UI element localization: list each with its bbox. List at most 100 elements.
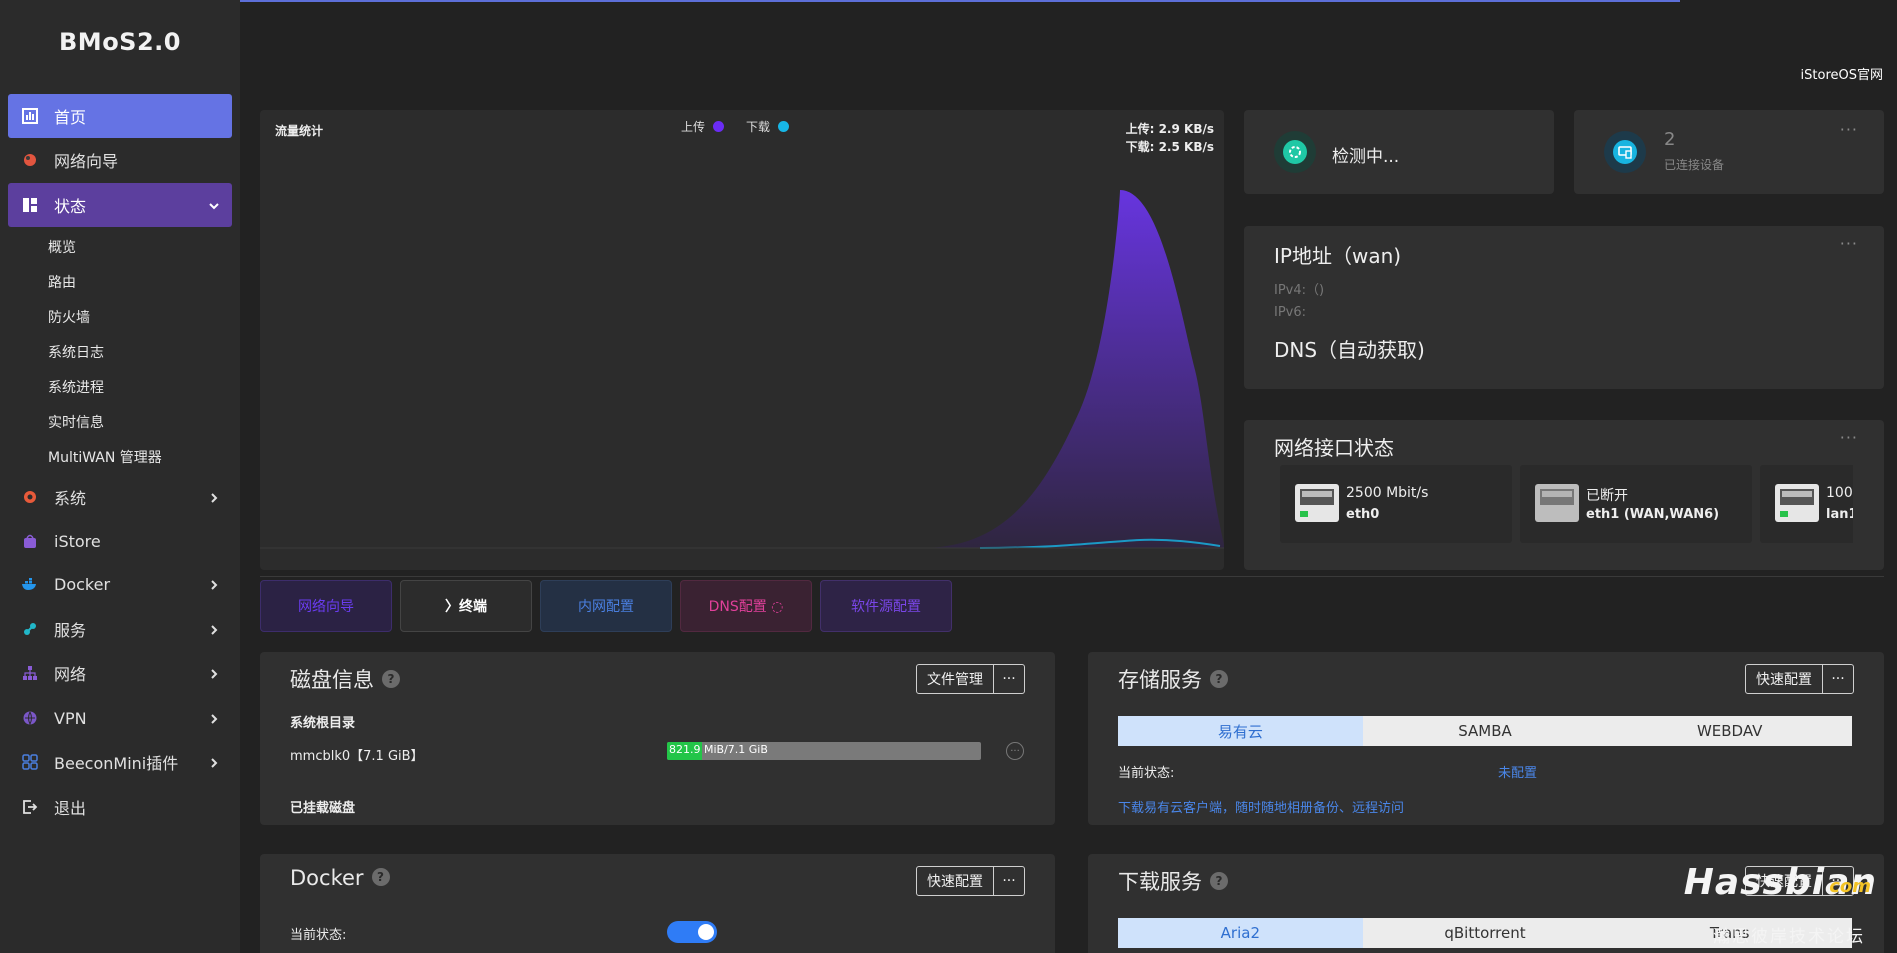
ethernet-port-icon [1295,484,1339,522]
dns-value: DNS（自动获取) [1274,338,1425,362]
disk-usage-bar: 821.9 MiB/7.1 GiB [667,742,981,760]
interface-speed: 2500 Mbit/s [1346,485,1429,501]
sidebar-item-wizard[interactable]: 网络向导 [8,138,232,182]
quick-wizard-button[interactable]: 网络向导 [260,580,392,632]
toggle-knob [698,924,714,940]
connection-status-card: 检测中... [1244,110,1554,194]
sidebar-item-label: 首页 [54,108,87,127]
vpn-icon [20,708,40,728]
sidebar-subitem-multiwan[interactable]: MultiWAN 管理器 [48,447,162,467]
docker-more-button[interactable]: ··· [994,867,1024,895]
spinner-icon [1274,131,1316,173]
sidebar-item-label: 服务 [54,621,87,640]
chevron-right-icon [208,754,220,773]
docker-toggle[interactable] [667,921,717,943]
tab-qbittorrent[interactable]: qBittorrent [1362,918,1608,948]
disk-info-card: 磁盘信息? 文件管理 ··· 系统根目录 mmcblk0【7.1 GiB】 82… [260,652,1055,825]
interface-speed: 1000 [1826,485,1853,501]
watermark-subtitle: 瀚思彼岸技术论坛 [1713,927,1865,947]
mounted-disks-label: 已挂载磁盘 [290,801,356,816]
sidebar-item-network[interactable]: 网络 [8,651,232,695]
ip-more-button[interactable]: ··· [1840,234,1858,253]
interface-port-eth0[interactable]: 2500 Mbit/s eth0 [1280,465,1512,543]
sidebar-subitem-processes[interactable]: 系统进程 [48,377,104,397]
help-icon[interactable]: ? [1210,872,1228,890]
interface-name: eth0 [1346,507,1380,522]
quick-dns-config-button[interactable]: DNS配置 ◌ [680,580,812,632]
interface-list: 2500 Mbit/s eth0 已断开 eth1 (WAN,WAN6) 100… [1244,420,1853,570]
sidebar-item-beeconmini[interactable]: BeeconMini插件 [8,740,232,784]
sidebar-subitem-firewall[interactable]: 防火墙 [48,307,90,327]
sidebar-subitem-overview[interactable]: 概览 [48,237,76,257]
storage-more-button[interactable]: ··· [1823,665,1853,693]
quick-software-source-button[interactable]: 软件源配置 [820,580,952,632]
istoreos-site-link[interactable]: iStoreOS官网 [1801,64,1883,83]
interface-port-eth1[interactable]: 已断开 eth1 (WAN,WAN6) [1520,465,1752,543]
disk-usage-text: 821.9 MiB/7.1 GiB [669,743,768,756]
sidebar-item-system[interactable]: 系统 [8,475,232,519]
storage-service-card: 存储服务? 快速配置 ··· 易有云 SAMBA WEBDAV 当前状态: 未配… [1088,652,1884,825]
help-icon[interactable]: ? [382,670,400,688]
sidebar-item-label: 网络向导 [54,152,119,171]
logout-icon [20,797,40,817]
network-icon [20,663,40,683]
sidebar-item-label: 退出 [54,799,87,818]
devices-count: 2 [1664,129,1676,150]
sidebar-item-vpn[interactable]: VPN [8,696,232,740]
tab-samba[interactable]: SAMBA [1362,716,1608,746]
disk-options-icon[interactable]: ··· [1006,742,1024,760]
docker-status-label: 当前状态: [290,928,347,943]
storage-actions: 快速配置 ··· [1745,664,1854,694]
devices-label: 已连接设备 [1664,158,1725,172]
chevron-right-icon [208,665,220,684]
plugin-grid-icon [20,752,40,772]
help-icon[interactable]: ? [371,868,390,886]
docker-quick-config-button[interactable]: 快速配置 [917,867,994,895]
chevron-right-icon [208,710,220,729]
sidebar-item-home[interactable]: 首页 [8,94,232,138]
quick-lan-config-button[interactable]: 内网配置 [540,580,672,632]
storage-title-text: 存储服务 [1118,668,1202,692]
sidebar-item-label: Docker [54,574,111,594]
devices-icon [1604,131,1646,173]
chevron-right-icon [208,489,220,508]
tab-webdav[interactable]: WEBDAV [1607,716,1853,746]
sidebar-subitem-syslog[interactable]: 系统日志 [48,342,104,362]
connected-devices-card: 2 已连接设备 ··· [1574,110,1884,194]
disk-title: 磁盘信息? [290,664,400,694]
sidebar-subitem-routes[interactable]: 路由 [48,272,76,292]
sidebar-item-label: 状态 [54,197,87,216]
devices-more-button[interactable]: ··· [1840,120,1858,139]
docker-title-text: Docker [290,866,364,890]
ethernet-port-disconnected-icon [1535,484,1579,522]
sidebar-item-services[interactable]: 服务 [8,607,232,651]
disk-actions: 文件管理 ··· [916,664,1025,694]
help-icon[interactable]: ? [1210,670,1228,688]
ethernet-port-icon [1775,484,1819,522]
file-manager-button[interactable]: 文件管理 [917,665,994,693]
quick-terminal-button[interactable]: 〉终端 [400,580,532,632]
sidebar-item-status[interactable]: 状态 [8,183,232,227]
divider [260,576,1884,577]
logo: BMoS2.0 [59,28,181,56]
services-icon [20,619,40,639]
tab-aria2[interactable]: Aria2 [1118,918,1363,948]
gear-icon [20,487,40,507]
sidebar-item-istore[interactable]: iStore [8,519,232,563]
interface-name: eth1 (WAN,WAN6) [1586,507,1720,522]
sidebar-item-logout[interactable]: 退出 [8,785,232,829]
sidebar-item-docker[interactable]: Docker [8,562,232,606]
docker-title: Docker? [290,866,390,890]
interface-port-lan1[interactable]: 1000 lan1 (l [1760,465,1853,543]
storage-status-value[interactable]: 未配置 [1498,762,1537,781]
tab-yiyouyun[interactable]: 易有云 [1118,716,1363,746]
storage-download-link[interactable]: 下载易有云客户端，随时随地相册备份、远程访问 [1118,797,1404,816]
root-dir-label: 系统根目录 [290,716,356,731]
docker-icon [20,574,40,594]
disk-more-button[interactable]: ··· [994,665,1024,693]
sidebar-subitem-realtime[interactable]: 实时信息 [48,412,104,432]
storage-quick-config-button[interactable]: 快速配置 [1746,665,1823,693]
chevron-right-icon [208,576,220,595]
storage-status-label: 当前状态: [1118,766,1175,781]
sidebar-item-label: 网络 [54,665,87,684]
